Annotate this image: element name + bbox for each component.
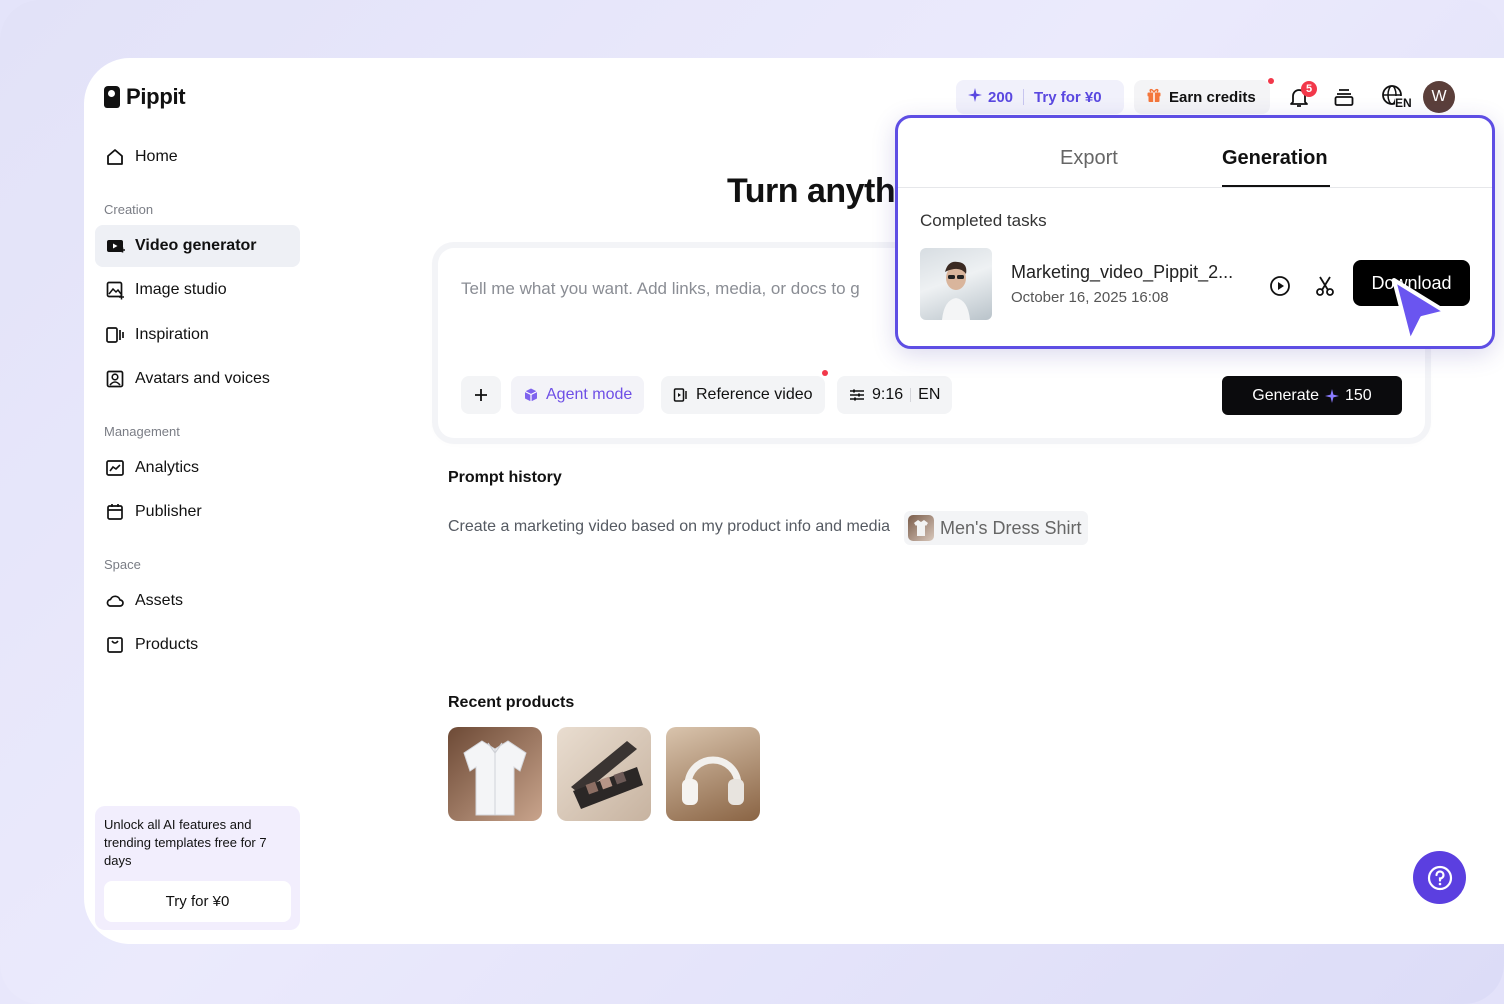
sparkle-icon: [1325, 388, 1339, 403]
upgrade-promo: Unlock all AI features and trending temp…: [95, 806, 300, 930]
earn-credits-button[interactable]: Earn credits: [1134, 80, 1270, 114]
mouse-cursor-icon: [1392, 278, 1448, 344]
tab-divider: [898, 187, 1492, 188]
history-item[interactable]: Create a marketing video based on my pro…: [448, 518, 890, 536]
recent-products-title: Recent products: [448, 694, 575, 711]
sidebar-item-avatars-and-voices[interactable]: Avatars and voices: [95, 358, 300, 400]
sidebar-item-assets[interactable]: Assets: [95, 580, 300, 622]
agent-mode-label: Agent mode: [546, 386, 633, 403]
home-icon: [105, 147, 125, 167]
generate-cost: 150: [1345, 386, 1372, 404]
sidebar-item-label: Products: [135, 636, 199, 653]
credits-count: 200: [988, 88, 1014, 106]
task-date: October 16, 2025 16:08: [1011, 289, 1169, 306]
language-code: EN: [1395, 96, 1412, 110]
aspect-ratio-value: 9:16: [872, 386, 904, 403]
history-product-chip[interactable]: Men's Dress Shirt: [904, 511, 1088, 545]
headphones-icon: [682, 756, 744, 805]
section-label-space: Space: [104, 557, 141, 572]
sidebar-item-label: Inspiration: [135, 326, 209, 343]
promo-text: Unlock all AI features and trending temp…: [104, 817, 267, 868]
pippit-logo[interactable]: Pippit: [104, 84, 186, 110]
tab-export[interactable]: Export: [1060, 147, 1118, 170]
generate-label: Generate: [1252, 386, 1319, 404]
shirt-thumbnail-icon: [908, 515, 934, 541]
credits-pill[interactable]: 200 Try for ¥0: [956, 80, 1124, 114]
section-label-creation: Creation: [104, 202, 154, 217]
play-icon[interactable]: [1267, 273, 1293, 299]
sidebar-item-label: Analytics: [135, 459, 200, 476]
sidebar-item-label: Home: [135, 148, 178, 165]
tab-generation[interactable]: Generation: [1222, 147, 1328, 170]
task-thumbnail[interactable]: [920, 248, 992, 320]
reference-video-icon: [673, 388, 687, 402]
product-bag-icon: [105, 635, 125, 655]
add-attachment-button[interactable]: [461, 376, 501, 414]
sidebar-item-label: Publisher: [135, 503, 202, 520]
question-mark-icon: [1427, 865, 1452, 890]
product-thumbnail-eyeshadow-palette[interactable]: [557, 727, 651, 821]
earn-credits-dot: [1268, 78, 1274, 84]
scissors-icon[interactable]: [1312, 273, 1338, 299]
active-tab-indicator: [1222, 185, 1330, 187]
generate-button[interactable]: Generate 150: [1222, 376, 1402, 415]
task-name: Marketing_video_Pippit_2...: [1011, 262, 1234, 282]
output-language-value: EN: [918, 386, 941, 403]
divider: [1023, 89, 1025, 105]
stack-icon[interactable]: [1329, 82, 1359, 112]
palette-icon: [571, 741, 643, 809]
sidebar-item-analytics[interactable]: Analytics: [95, 447, 300, 489]
analytics-chart-icon: [105, 458, 125, 478]
avatar[interactable]: W: [1423, 81, 1455, 113]
cloud-icon: [105, 591, 125, 611]
settings-chip[interactable]: 9:16 EN: [837, 376, 953, 414]
sidebar-item-label: Avatars and voices: [135, 370, 270, 387]
page-headline: Turn anyth: [727, 172, 896, 210]
sliders-icon: [850, 389, 864, 401]
try-free-button[interactable]: Try for ¥0: [104, 881, 291, 922]
language-globe-icon[interactable]: EN: [1374, 82, 1414, 112]
try-for-free-link[interactable]: Try for ¥0: [1034, 89, 1102, 106]
sidebar-item-label: Image studio: [135, 281, 227, 298]
reference-video-label: Reference video: [696, 386, 813, 403]
logo-mark-icon: [104, 86, 120, 108]
product-thumbnail-shirt[interactable]: [448, 727, 542, 821]
help-button[interactable]: [1413, 851, 1466, 904]
notification-badge: 5: [1301, 81, 1317, 97]
shirt-icon: [463, 740, 527, 816]
sidebar-item-video-generator[interactable]: Video generator: [95, 225, 300, 267]
plus-icon: [475, 389, 487, 401]
image-plus-icon: [105, 280, 125, 300]
cube-icon: [524, 388, 538, 402]
reference-video-dot: [822, 370, 828, 376]
sidebar-item-inspiration[interactable]: Inspiration: [95, 314, 300, 356]
video-plus-icon: [105, 236, 125, 256]
reference-video-button[interactable]: Reference video: [661, 376, 825, 414]
sidebar-item-label: Assets: [135, 592, 184, 609]
inspiration-icon: [105, 325, 125, 345]
agent-mode-toggle[interactable]: Agent mode: [511, 376, 645, 414]
sidebar-item-label: Video generator: [135, 237, 257, 254]
sidebar-item-products[interactable]: Products: [95, 624, 300, 666]
sidebar-item-image-studio[interactable]: Image studio: [95, 269, 300, 311]
completed-tasks-label: Completed tasks: [920, 211, 1047, 230]
logo-text: Pippit: [126, 84, 186, 109]
history-chip-label: Men's Dress Shirt: [940, 517, 1082, 538]
prompt-history-title: Prompt history: [448, 469, 562, 486]
sidebar-item-home[interactable]: Home: [95, 136, 300, 178]
earn-credits-label: Earn credits: [1169, 88, 1256, 106]
sparkle-icon: [968, 88, 982, 106]
section-label-management: Management: [104, 424, 180, 439]
gift-icon: [1146, 87, 1162, 107]
person-thumbnail-icon: [942, 261, 970, 320]
calendar-icon: [105, 502, 125, 522]
divider: [910, 388, 912, 402]
prompt-input[interactable]: Tell me what you want. Add links, media,…: [461, 279, 860, 299]
product-thumbnail-headphones[interactable]: [666, 727, 760, 821]
sidebar-item-publisher[interactable]: Publisher: [95, 491, 300, 533]
avatar-portrait-icon: [105, 369, 125, 389]
